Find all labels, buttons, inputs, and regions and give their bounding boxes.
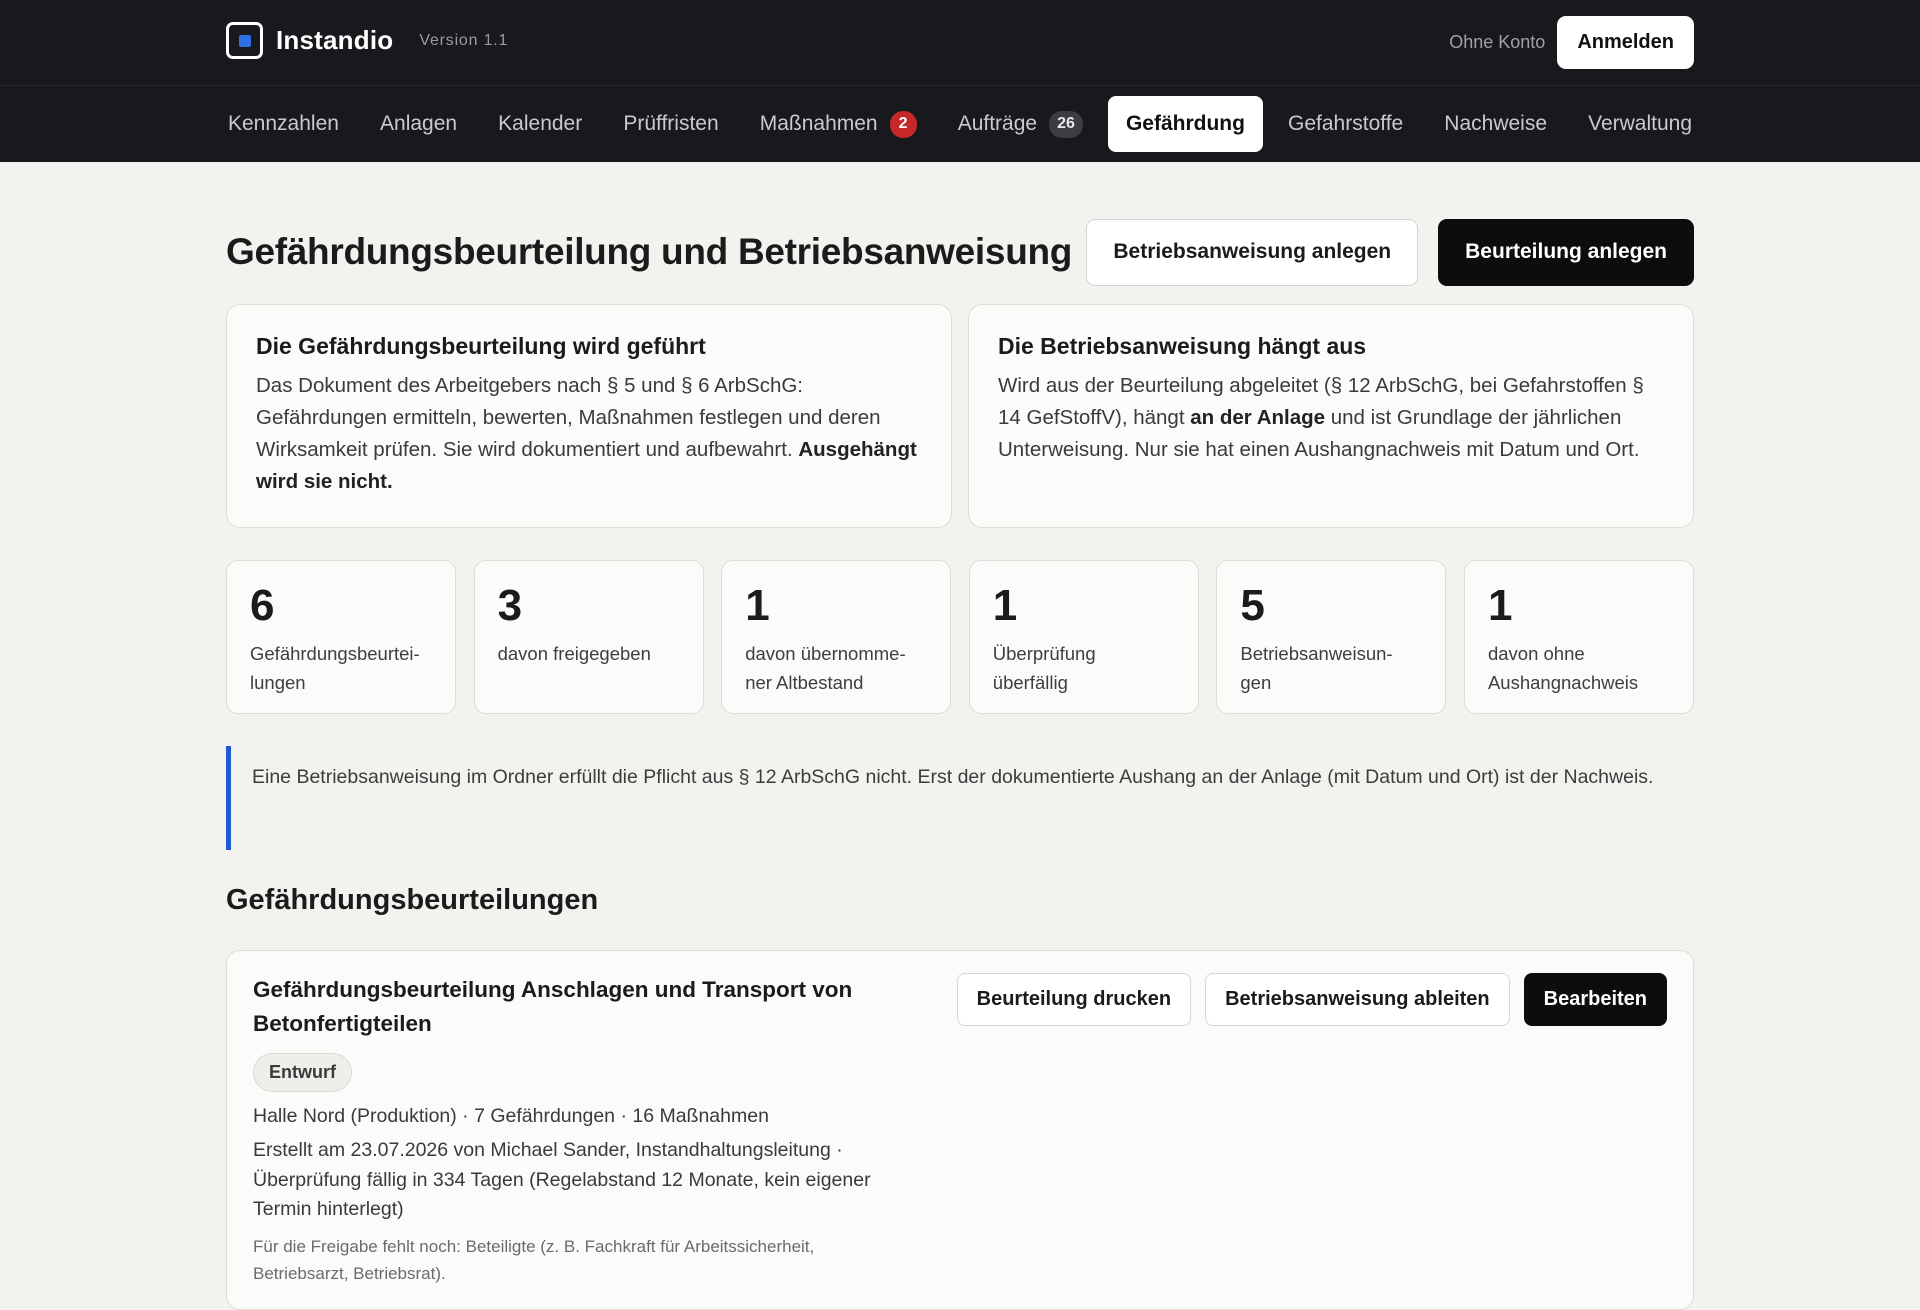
- app-version: Version 1.1: [419, 31, 509, 49]
- nav-item-kennzahlen[interactable]: Kennzahlen: [212, 100, 355, 148]
- info-card-text: Das Dokument des Arbeitgebers nach § 5 u…: [256, 370, 922, 498]
- stat-label: Gefährdungsbeurtei-lungen: [250, 643, 420, 693]
- nav-label: Prüffristen: [623, 112, 719, 135]
- count-badge: 2: [889, 110, 917, 138]
- stat-card[interactable]: 1 davon übernomme-ner Altbestand: [721, 560, 952, 714]
- nav-label: Nachweise: [1444, 112, 1548, 135]
- nav-label: Kennzahlen: [228, 112, 339, 135]
- info-text-emphasis: an der Anlage: [1190, 406, 1326, 429]
- stat-label: davon ohne Aushangnachweis: [1487, 643, 1639, 693]
- assessment-meta: Halle Nord (Produktion) · 7 Gefährdungen…: [253, 1105, 769, 1127]
- nav-label: Anlagen: [380, 112, 458, 135]
- page-header: Gefährdungsbeurteilung und Betriebsanwei…: [226, 162, 1694, 304]
- main-nav: Kennzahlen Anlagen Kalender Prüffristen …: [0, 86, 1920, 162]
- stat-value: 1: [745, 581, 770, 630]
- assessment-actions: Beurteilung drucken Betriebsanweisung ab…: [943, 973, 1667, 1026]
- page-actions: Betriebsanweisung anlegen Beurteilung an…: [1086, 218, 1694, 286]
- nav-label: Aufträge: [957, 112, 1038, 135]
- stat-label: Überprüfung überfällig: [992, 643, 1096, 693]
- nav-item-verwaltung[interactable]: Verwaltung: [1572, 100, 1708, 148]
- create-instruction-button[interactable]: Betriebsanweisung anlegen: [1086, 218, 1419, 286]
- info-text-body: Das Dokument des Arbeitgebers nach § 5 u…: [256, 374, 881, 461]
- login-button[interactable]: Anmelden: [1557, 16, 1694, 69]
- stat-label: Betriebsanweisun-gen: [1240, 643, 1393, 693]
- page-title: Gefährdungsbeurteilung und Betriebsanwei…: [226, 231, 1073, 272]
- assessment-created: Erstellt am 23.07.2026 von Michael Sande…: [253, 1139, 871, 1220]
- assessment-card: Gefährdungsbeurteilung Anschlagen und Tr…: [226, 950, 1694, 1310]
- nav-label: Verwaltung: [1588, 112, 1692, 135]
- assessment-title: Gefährdungsbeurteilung Anschlagen und Tr…: [253, 977, 853, 1036]
- stat-card[interactable]: 1 davon ohne Aushangnachweis: [1463, 560, 1694, 714]
- app-name: Instandio: [276, 25, 394, 55]
- info-card-text: Wird aus der Beurteilung abgeleitet (§ 1…: [998, 370, 1664, 466]
- stat-value: 1: [992, 581, 1018, 630]
- section-title: Gefährdungsbeurteilungen: [226, 884, 599, 916]
- account-status: Ohne Konto: [1449, 32, 1546, 52]
- stat-value: 3: [497, 581, 523, 630]
- status-badge: Entwurf: [253, 1053, 352, 1092]
- info-cards: Die Gefährdungsbeurteilung wird geführt …: [226, 304, 1694, 528]
- top-header: Instandio Version 1.1 Ohne Konto Anmelde…: [0, 0, 1920, 86]
- main-content: Gefährdungsbeurteilung und Betriebsanwei…: [226, 162, 1694, 1310]
- nav-item-prueffristen[interactable]: Prüffristen: [607, 100, 734, 148]
- nav-item-anlagen[interactable]: Anlagen: [364, 100, 473, 148]
- stats-row: 6 Gefährdungsbeurtei-lungen 3 davon frei…: [226, 560, 1694, 714]
- nav-label: Kalender: [498, 112, 583, 135]
- nav-item-massnahmen[interactable]: Maßnahmen 2: [744, 99, 933, 150]
- info-card-title: Die Betriebsanweisung hängt aus: [998, 333, 1367, 359]
- stat-card[interactable]: 3 davon freigegeben: [473, 560, 704, 714]
- nav-item-gefahrstoffe[interactable]: Gefahrstoffe: [1272, 100, 1419, 148]
- nav-item-auftraege[interactable]: Aufträge 26: [942, 99, 1099, 150]
- create-assessment-button[interactable]: Beurteilung anlegen: [1438, 218, 1694, 286]
- stat-value: 5: [1240, 581, 1265, 630]
- nav-item-nachweise[interactable]: Nachweise: [1428, 100, 1563, 148]
- edit-button[interactable]: Bearbeiten: [1523, 973, 1667, 1026]
- nav-item-gefaehrdung[interactable]: Gefährdung: [1107, 96, 1263, 152]
- nav-label: Gefährdung: [1125, 112, 1245, 135]
- account-area: Ohne Konto Anmelden: [1449, 16, 1694, 69]
- stat-label: davon freigegeben: [497, 643, 651, 664]
- app-logo-icon: [226, 22, 263, 59]
- callout-note: Eine Betriebsanweisung im Ordner erfüllt…: [226, 746, 1694, 850]
- stat-value: 1: [1487, 581, 1513, 630]
- assessment-missing-info: Für die Freigabe fehlt noch: Beteiligte …: [253, 1236, 815, 1283]
- count-badge: 26: [1049, 110, 1083, 138]
- info-card-title: Die Gefährdungsbeurteilung wird geführt: [256, 333, 706, 359]
- print-assessment-button[interactable]: Beurteilung drucken: [956, 973, 1192, 1026]
- nav-label: Maßnahmen: [759, 112, 878, 135]
- stat-card[interactable]: 5 Betriebsanweisun-gen: [1216, 560, 1447, 714]
- info-card-instruction: Die Betriebsanweisung hängt aus Wird aus…: [968, 304, 1694, 528]
- stat-value: 6: [250, 581, 275, 630]
- nav-label: Gefahrstoffe: [1288, 112, 1404, 135]
- stat-card[interactable]: 6 Gefährdungsbeurtei-lungen: [226, 560, 456, 714]
- info-card-assessment: Die Gefährdungsbeurteilung wird geführt …: [226, 304, 952, 528]
- stat-label: davon übernomme-ner Altbestand: [745, 643, 906, 693]
- brand[interactable]: Instandio Version 1.1: [226, 22, 508, 59]
- stat-card[interactable]: 1 Überprüfung überfällig: [968, 560, 1199, 714]
- derive-instruction-button[interactable]: Betriebsanweisung ableiten: [1205, 973, 1510, 1026]
- nav-item-kalender[interactable]: Kalender: [482, 100, 598, 148]
